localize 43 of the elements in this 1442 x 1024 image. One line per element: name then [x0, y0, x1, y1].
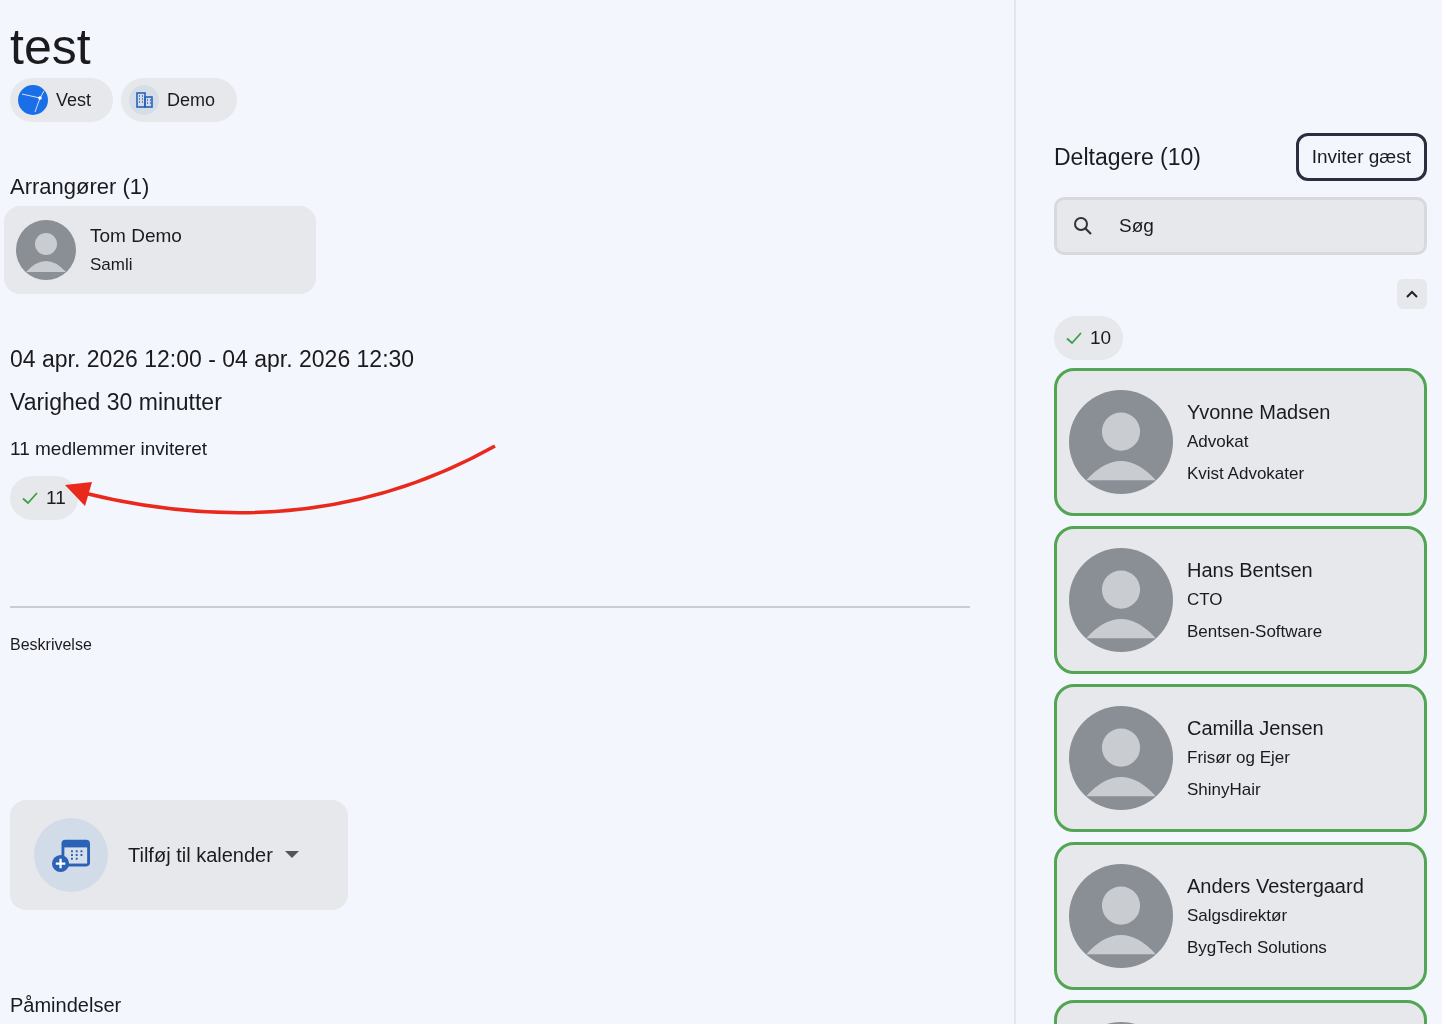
building-icon [129, 85, 160, 115]
participant-title: CTO [1187, 589, 1224, 610]
participant-company: ShinyHair [1187, 779, 1262, 800]
caret-icon [284, 851, 299, 859]
add-to-calendar-button[interactable]: Tilføj til kalender [10, 800, 348, 910]
section-heading: Påmindelser [10, 994, 123, 1017]
participant-company: BygTech Solutions [1187, 937, 1328, 958]
participant-title: Salgsdirektør [1187, 905, 1289, 926]
chevron-up-icon [1406, 290, 1418, 298]
description-label: Beskrivelse [10, 636, 93, 654]
invite-guest-button[interactable]: Inviter gæst [1295, 133, 1427, 181]
participant-title: Advokat [1187, 431, 1250, 452]
participant-name: Yvonne Madsen [1187, 400, 1331, 424]
participant-card[interactable]: Camilla Jensen Frisør og Ejer ShinyHair [1054, 684, 1427, 832]
organizer-card[interactable]: Tom Demo Samli [4, 206, 316, 294]
tag-chip[interactable]: Demo [121, 78, 238, 122]
section-heading: Arrangører (1) [10, 174, 151, 200]
organizer-name: Tom Demo [90, 225, 182, 247]
participant-name: Hans Bentsen [1187, 558, 1314, 582]
accepted-count-chip: 10 [1054, 316, 1124, 360]
participant-name: Anders Vestergaard [1187, 874, 1364, 898]
collapse-button[interactable] [1397, 279, 1427, 309]
invited-count: 11 medlemmer inviteret [10, 438, 209, 460]
participant-title: Frisør og Ejer [1187, 747, 1291, 768]
event-duration: Varighed 30 minutter [10, 389, 223, 416]
avatar-icon [1069, 864, 1173, 968]
participant-name: Camilla Jensen [1187, 716, 1324, 740]
avatar-icon [1069, 390, 1173, 494]
avatar-icon [16, 220, 76, 280]
search-field[interactable]: Søg [1054, 197, 1427, 255]
organizer-company: Samli [90, 255, 134, 275]
participant-card[interactable]: Hans Bentsen CTO Bentsen-Software [1054, 526, 1427, 674]
page-title: test [10, 22, 92, 72]
participant-card[interactable]: Anders Vestergaard Salgsdirektør BygTech Solutions [1054, 842, 1427, 990]
participant-company: Bentsen-Software [1187, 621, 1323, 642]
accepted-count-chip: 11 [10, 476, 78, 520]
participant-card[interactable]: Yvonne Madsen Advokat Kvist Advokater [1054, 368, 1427, 516]
tag-chip[interactable]: Vest [10, 78, 114, 122]
avatar-icon [1069, 706, 1173, 810]
participants-heading: Deltagere (10) [1054, 143, 1202, 171]
avatar-icon [1069, 548, 1173, 652]
participant-company: Kvist Advokater [1187, 463, 1306, 484]
event-time: 04 apr. 2026 12:00 - 04 apr. 2026 12:30 [10, 346, 416, 373]
